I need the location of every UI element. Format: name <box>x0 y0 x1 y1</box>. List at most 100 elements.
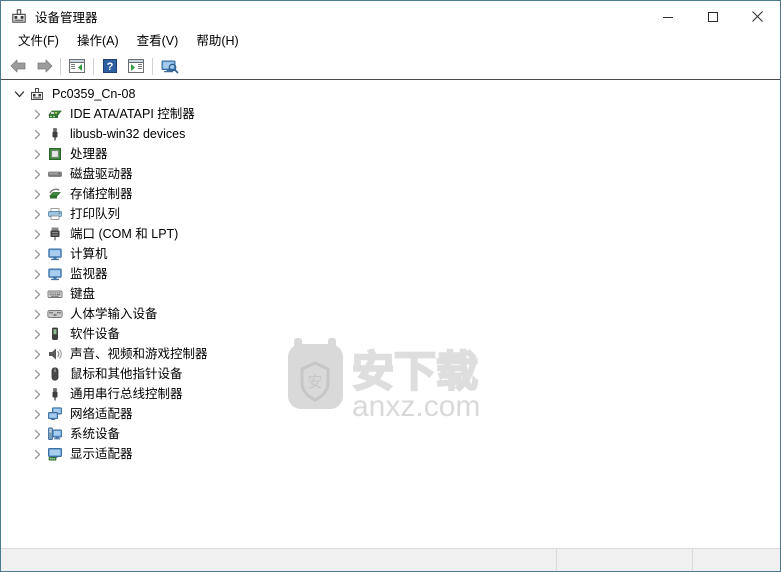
tree-item-label: 端口 (COM 和 LPT) <box>70 227 179 241</box>
processor-icon <box>49 148 61 160</box>
chevron-down-icon[interactable] <box>11 86 27 102</box>
menu-bar: 文件(F) 操作(A) 查看(V) 帮助(H) <box>1 31 780 53</box>
tree-item-system-devices[interactable]: 系统设备 <box>1 424 780 444</box>
chevron-right-icon[interactable] <box>29 186 45 202</box>
chevron-right-icon[interactable] <box>29 106 45 122</box>
chevron-right-icon[interactable] <box>29 206 45 222</box>
monitor-icon <box>48 268 62 281</box>
network-adapter-icon <box>48 407 62 420</box>
chevron-right-icon[interactable] <box>29 346 45 362</box>
tree-item-monitors[interactable]: 监视器 <box>1 264 780 284</box>
hid-icon <box>47 310 63 318</box>
chevron-right-icon[interactable] <box>29 166 45 182</box>
chevron-right-icon[interactable] <box>29 226 45 242</box>
tree-item-ide-controller[interactable]: IDE ATA/ATAPI 控制器 <box>1 104 780 124</box>
usb-plug-icon <box>52 388 58 401</box>
tree-item-computer[interactable]: 计算机 <box>1 244 780 264</box>
tree-item-usb-controllers[interactable]: 通用串行总线控制器 <box>1 384 780 404</box>
tree-item-network-adapters[interactable]: 网络适配器 <box>1 404 780 424</box>
tree-item-label: 打印队列 <box>70 207 121 221</box>
tree-item-disk-drives[interactable]: 磁盘驱动器 <box>1 164 780 184</box>
chevron-right-icon[interactable] <box>29 386 45 402</box>
mouse-icon <box>51 367 59 381</box>
chevron-right-icon[interactable] <box>29 446 45 462</box>
back-button[interactable] <box>5 54 31 78</box>
tree-item-label: 通用串行总线控制器 <box>70 387 183 401</box>
chevron-right-icon[interactable] <box>29 306 45 322</box>
menu-file[interactable]: 文件(F) <box>9 33 68 51</box>
toolbar-separator-2 <box>93 57 94 75</box>
close-icon <box>752 11 763 22</box>
keyboard-icon <box>47 290 63 298</box>
chevron-right-icon[interactable] <box>29 266 45 282</box>
tree-item-keyboards[interactable]: 键盘 <box>1 284 780 304</box>
title-bar: 设备管理器 <box>1 0 780 31</box>
tree-item-label: 人体学输入设备 <box>70 307 158 321</box>
tree-root-label: Pc0359_Cn-08 <box>52 87 136 101</box>
help-button[interactable]: ? <box>97 54 123 78</box>
tree-item-ports[interactable]: 端口 (COM 和 LPT) <box>1 224 780 244</box>
device-tree-panel: 安 安下载 anxz.com Pc0359_Cn-08 IDE ATA/ATAP… <box>1 79 780 543</box>
tree-item-storage-controllers[interactable]: 存储控制器 <box>1 184 780 204</box>
tree-item-hid[interactable]: 人体学输入设备 <box>1 304 780 324</box>
printer-icon <box>48 208 62 220</box>
menu-action[interactable]: 操作(A) <box>68 33 128 51</box>
toolbar-separator-1 <box>60 57 61 75</box>
status-pane-secondary <box>556 549 692 571</box>
chevron-right-icon[interactable] <box>29 126 45 142</box>
tree-item-label: 网络适配器 <box>70 407 133 421</box>
tree-item-label: 鼠标和其他指针设备 <box>70 367 183 381</box>
computer-icon <box>31 88 43 100</box>
tree-item-label: IDE ATA/ATAPI 控制器 <box>70 107 195 121</box>
chevron-right-icon[interactable] <box>29 366 45 382</box>
tree-item-mice-pointing-devices[interactable]: 鼠标和其他指针设备 <box>1 364 780 384</box>
maximize-button[interactable] <box>690 1 735 32</box>
ide-controller-icon <box>48 110 62 118</box>
chevron-right-icon[interactable] <box>29 326 45 342</box>
toolbar: ? <box>1 53 780 79</box>
speaker-icon <box>49 348 62 360</box>
show-hide-console-tree-button[interactable] <box>64 54 90 78</box>
tree-item-label: 处理器 <box>70 147 108 161</box>
tree-item-print-queues[interactable]: 打印队列 <box>1 204 780 224</box>
minimize-button[interactable] <box>645 1 690 32</box>
tree-root-node[interactable]: Pc0359_Cn-08 <box>1 84 780 104</box>
scan-hardware-changes-button[interactable] <box>156 54 182 78</box>
chevron-right-icon[interactable] <box>29 426 45 442</box>
device-manager-icon <box>12 9 26 23</box>
close-button[interactable] <box>735 1 780 32</box>
storage-controller-icon <box>49 188 61 199</box>
arrow-left-icon <box>10 59 25 73</box>
tree-item-libusb-devices[interactable]: libusb-win32 devices <box>1 124 780 144</box>
tree-item-label: libusb-win32 devices <box>70 127 186 141</box>
properties-icon <box>128 59 144 73</box>
disk-drive-icon <box>48 171 62 177</box>
tree-item-label: 系统设备 <box>70 427 121 441</box>
status-pane-message <box>1 549 556 571</box>
tree-item-display-adapters[interactable]: 显示适配器 <box>1 444 780 464</box>
chevron-right-icon[interactable] <box>29 146 45 162</box>
properties-button[interactable] <box>123 54 149 78</box>
chevron-right-icon[interactable] <box>29 286 45 302</box>
monitor-icon <box>48 248 62 261</box>
chevron-right-icon[interactable] <box>29 406 45 422</box>
display-adapter-icon <box>48 448 62 461</box>
system-device-icon <box>48 427 62 440</box>
tree-item-processors[interactable]: 处理器 <box>1 144 780 164</box>
tree-item-label: 软件设备 <box>70 327 121 341</box>
menu-view[interactable]: 查看(V) <box>128 33 188 51</box>
menu-help[interactable]: 帮助(H) <box>187 33 247 51</box>
tree-item-label: 磁盘驱动器 <box>70 167 133 181</box>
tree-item-software-devices[interactable]: 软件设备 <box>1 324 780 344</box>
console-tree-icon <box>69 59 85 73</box>
usb-plug-icon <box>52 128 58 141</box>
tree-item-label: 存储控制器 <box>70 187 133 201</box>
forward-button[interactable] <box>31 54 57 78</box>
svg-text:?: ? <box>107 61 114 73</box>
maximize-icon <box>707 11 718 22</box>
help-question-icon: ? <box>103 59 117 73</box>
tree-item-label: 计算机 <box>70 247 108 261</box>
tree-item-sound-video-game-controllers[interactable]: 声音、视频和游戏控制器 <box>1 344 780 364</box>
chevron-right-icon[interactable] <box>29 246 45 262</box>
tree-item-label: 监视器 <box>70 267 108 281</box>
